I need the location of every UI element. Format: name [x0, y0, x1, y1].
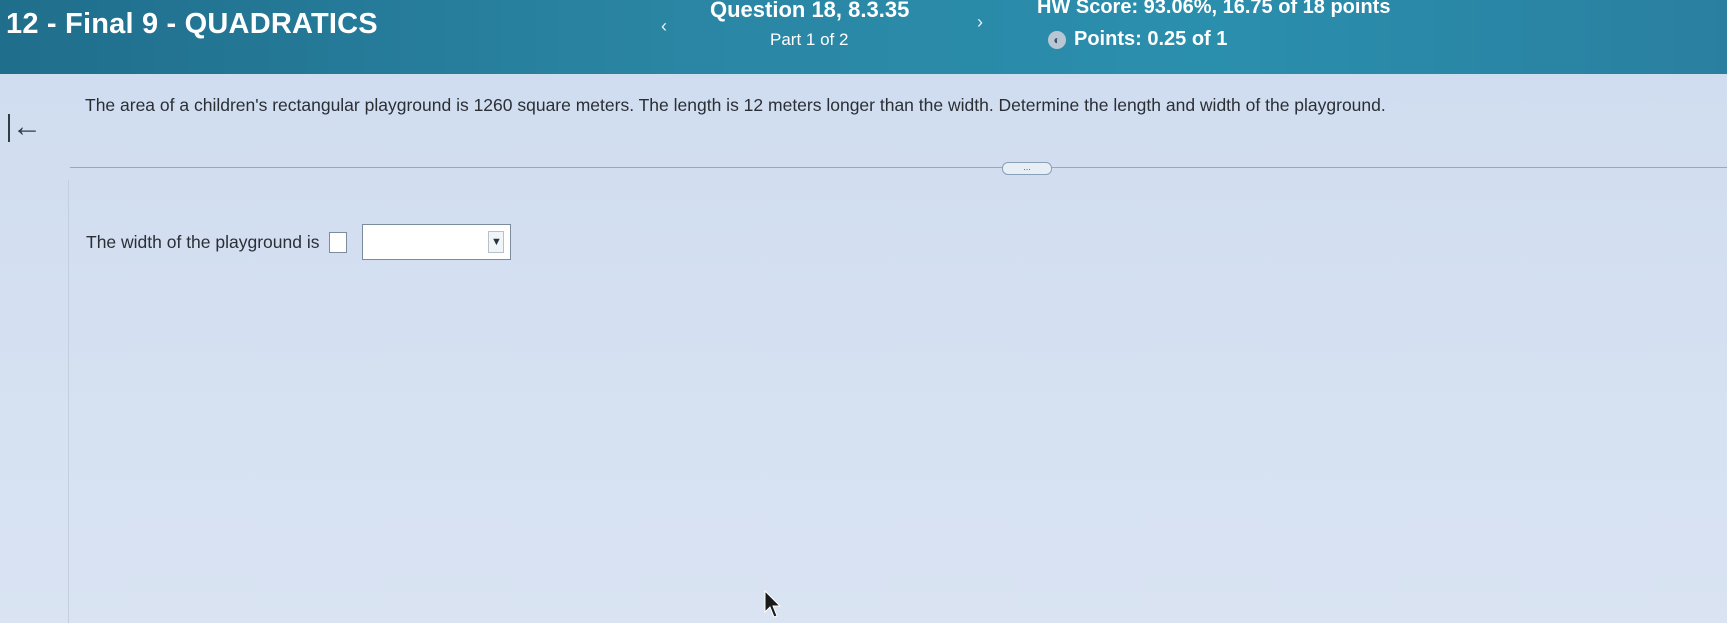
points-label: Points: 0.25 of 1: [1074, 28, 1228, 50]
partial-credit-icon: ◐: [1048, 30, 1066, 49]
answer-label: The width of the playground is: [86, 231, 320, 252]
question-text: The area of a children's rectangular pla…: [85, 95, 1386, 115]
points-row: ◐ Points: 0.25 of 1: [1048, 28, 1227, 51]
question-title: Question 18, 8.3.35: [710, 0, 910, 22]
more-options-button[interactable]: ...: [1002, 162, 1052, 175]
divider: [70, 167, 1727, 168]
course-title: 12 - Final 9 - QUADRATICS: [6, 8, 378, 40]
header-bar: 12 - Final 9 - QUADRATICS ‹ Question 18,…: [0, 0, 1727, 74]
dropdown-caret-icon[interactable]: ▼: [488, 231, 505, 253]
unit-dropdown[interactable]: ▼: [362, 224, 512, 260]
hw-score: HW Score: 93.06%, 16.75 of 18 points: [1037, 0, 1391, 18]
part-label: Part 1 of 2: [770, 30, 849, 49]
left-border: [68, 180, 69, 623]
back-arrow-icon[interactable]: ←: [8, 111, 42, 143]
width-answer-input[interactable]: [329, 231, 348, 253]
chevron-left-icon[interactable]: ‹: [654, 16, 674, 36]
mouse-pointer-icon: [764, 590, 782, 618]
chevron-right-icon[interactable]: ›: [970, 12, 990, 32]
answer-row: The width of the playground is ▼: [86, 224, 512, 260]
